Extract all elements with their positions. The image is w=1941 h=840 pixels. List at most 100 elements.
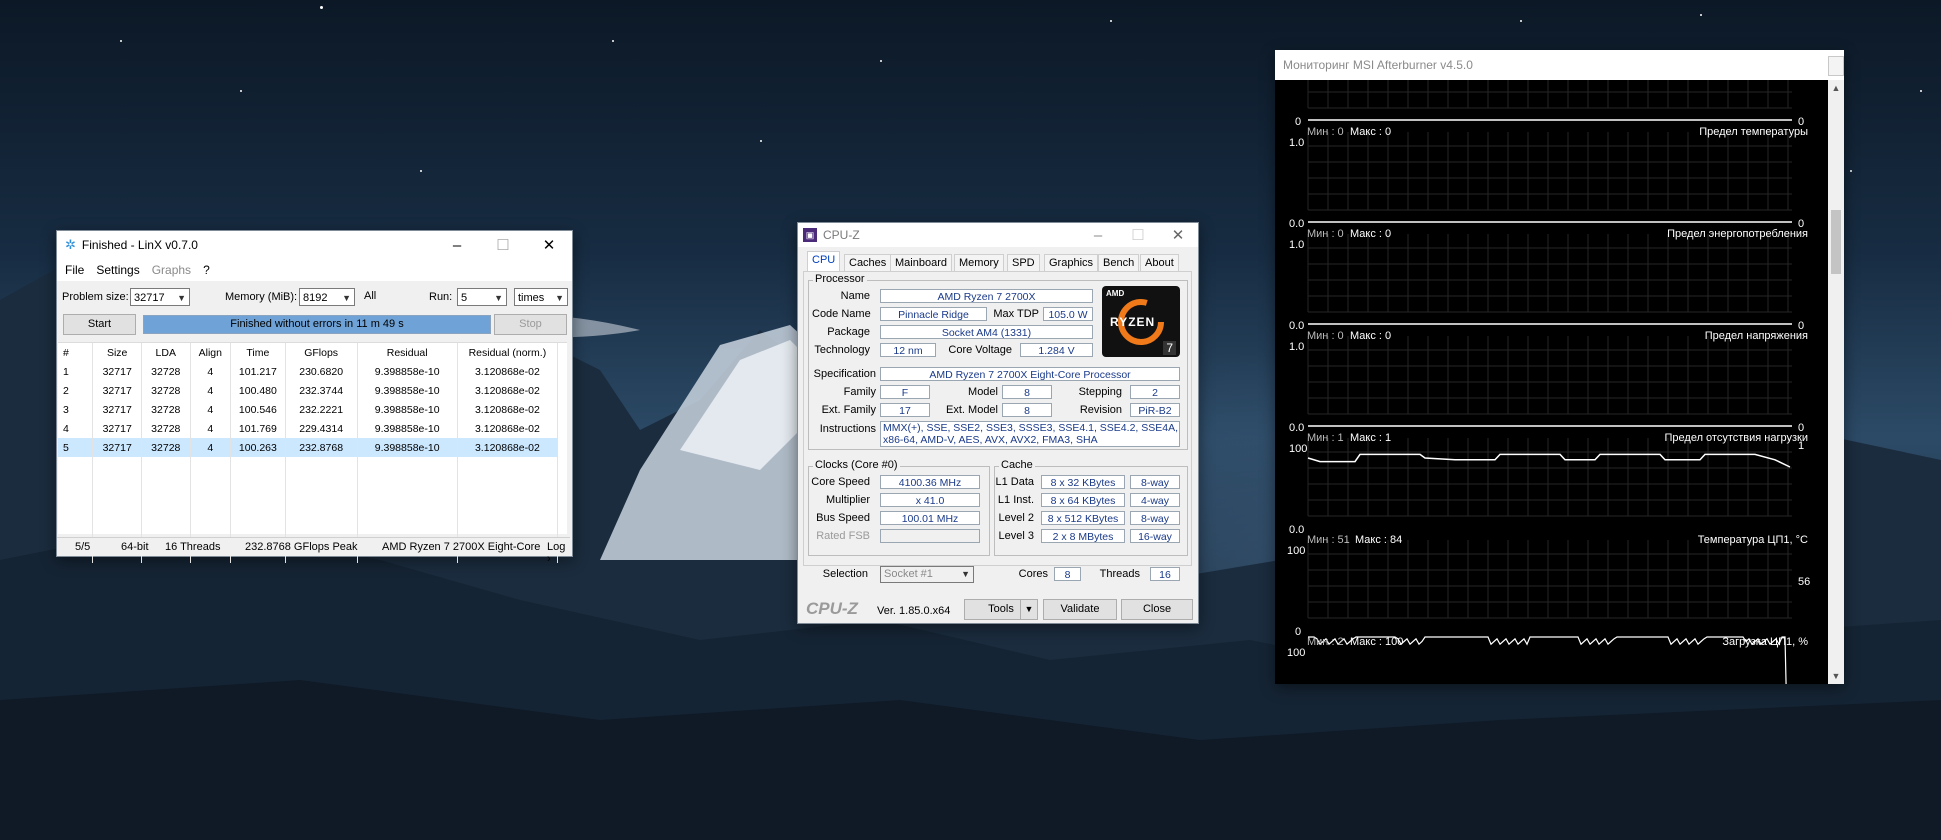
col-header[interactable]: Residual bbox=[357, 343, 458, 362]
col-header[interactable]: GFlops bbox=[285, 343, 358, 362]
cell: 229.4314 bbox=[285, 419, 358, 438]
tab-spd[interactable]: SPD bbox=[1007, 254, 1040, 272]
graph-min: Мин : 0 bbox=[1307, 228, 1344, 240]
run-count-combo[interactable]: 5 ▼ bbox=[457, 288, 507, 306]
ext-family-value: 17 bbox=[880, 403, 930, 417]
run-count-value: 5 bbox=[461, 292, 468, 304]
scroll-down-arrow[interactable]: ▼ bbox=[1828, 668, 1844, 684]
stepping-label: Stepping bbox=[1078, 386, 1122, 398]
graph-name: Предел отсутствия нагрузки bbox=[1664, 432, 1809, 444]
graph-top-value: 1.0 bbox=[1289, 341, 1305, 353]
afterburner-title: Мониторинг MSI Afterburner v4.5.0 bbox=[1283, 58, 1473, 72]
tools-button[interactable]: Tools ▼ bbox=[964, 599, 1038, 620]
model-label: Model bbox=[968, 386, 998, 398]
cell: 4 bbox=[190, 400, 232, 419]
tab-bench[interactable]: Bench bbox=[1098, 254, 1140, 272]
col-header[interactable]: Align bbox=[190, 343, 232, 362]
tab-cpu[interactable]: CPU bbox=[807, 251, 841, 272]
problem-size-label: Problem size: bbox=[62, 291, 129, 303]
close-button[interactable] bbox=[1828, 56, 1844, 76]
memory-combo[interactable]: 8192 ▼ bbox=[299, 288, 355, 306]
multiplier-label: Multiplier bbox=[825, 494, 870, 506]
cell: 5 bbox=[58, 438, 94, 457]
level2-assoc: 8-way bbox=[1130, 511, 1180, 525]
linx-statusbar: 5/5 64-bit 16 Threads 232.8768 GFlops Pe… bbox=[57, 537, 570, 565]
linx-title: Finished - LinX v0.7.0 bbox=[81, 238, 198, 252]
scroll-thumb[interactable] bbox=[1831, 210, 1841, 274]
cpuz-tabstrip: CPU Caches Mainboard Memory SPD Graphics… bbox=[798, 247, 1198, 272]
log-button[interactable]: Log › bbox=[547, 541, 570, 565]
tab-mainboard[interactable]: Mainboard bbox=[890, 254, 952, 272]
tab-graphics[interactable]: Graphics bbox=[1044, 254, 1099, 272]
minimize-button[interactable]: – bbox=[434, 231, 480, 259]
table-row[interactable]: 2 32717 32728 4 100.480 232.3744 9.39885… bbox=[58, 381, 559, 400]
col-header[interactable]: Size bbox=[92, 343, 142, 362]
cpuz-window: ▣ CPU-Z – ☐ ✕ CPU Caches Mainboard Memor… bbox=[797, 222, 1199, 624]
afterburner-window: Мониторинг MSI Afterburner v4.5.0 0 0 Ми… bbox=[1275, 50, 1844, 684]
processor-group-title: Processor bbox=[813, 273, 867, 285]
memory-all-option[interactable]: All bbox=[364, 290, 376, 302]
col-header[interactable]: LDA bbox=[141, 343, 191, 362]
run-unit-combo[interactable]: times ▼ bbox=[514, 288, 568, 306]
linx-menubar: File Settings Graphs ? bbox=[57, 259, 572, 281]
graph-bottom-value: 0 bbox=[1295, 626, 1302, 638]
col-header[interactable]: # bbox=[58, 343, 94, 362]
graph-bottom-value: 0.0 bbox=[1289, 524, 1305, 536]
cpuz-title: CPU-Z bbox=[823, 228, 860, 242]
validate-button[interactable]: Validate bbox=[1043, 599, 1117, 620]
minimize-button[interactable]: – bbox=[1078, 223, 1118, 247]
l1-inst-label: L1 Inst. bbox=[997, 494, 1034, 506]
monitor-scrollbar[interactable]: ▲ ▼ bbox=[1828, 80, 1844, 684]
col-header[interactable]: Residual (norm.) bbox=[457, 343, 559, 362]
menu-file[interactable]: File bbox=[65, 263, 84, 277]
model-value: 8 bbox=[1002, 385, 1052, 399]
cell: 32717 bbox=[92, 419, 142, 438]
col-header[interactable]: Time bbox=[230, 343, 286, 362]
table-row[interactable]: 4 32717 32728 4 101.769 229.4314 9.39885… bbox=[58, 419, 559, 438]
l1-data-label: L1 Data bbox=[995, 476, 1034, 488]
logo-tier-text: 7 bbox=[1163, 341, 1176, 355]
stop-button[interactable]: Stop bbox=[494, 314, 567, 335]
close-app-button[interactable]: Close bbox=[1121, 599, 1193, 620]
linx-titlebar[interactable]: ✲ Finished - LinX v0.7.0 – ☐ ✕ bbox=[57, 231, 572, 259]
tab-caches[interactable]: Caches bbox=[844, 254, 892, 272]
maximize-button[interactable]: ☐ bbox=[480, 231, 526, 259]
start-button[interactable]: Start bbox=[63, 314, 136, 335]
menu-help[interactable]: ? bbox=[203, 263, 210, 277]
socket-select[interactable]: Socket #1 ▼ bbox=[880, 566, 974, 583]
cell: 101.217 bbox=[230, 362, 286, 381]
tab-about[interactable]: About bbox=[1140, 254, 1179, 272]
cores-value: 8 bbox=[1054, 567, 1081, 581]
instructions-label: Instructions bbox=[819, 423, 876, 435]
chevron-down-icon: ▼ bbox=[177, 293, 186, 303]
table-row[interactable]: 1 32717 32728 4 101.217 230.6820 9.39885… bbox=[58, 362, 559, 381]
table-row[interactable]: 3 32717 32728 4 100.546 232.2221 9.39885… bbox=[58, 400, 559, 419]
menu-graphs[interactable]: Graphs bbox=[152, 263, 191, 277]
table-row-selected[interactable]: 5 32717 32728 4 100.263 232.8768 9.39885… bbox=[58, 438, 559, 457]
tab-memory[interactable]: Memory bbox=[954, 254, 1004, 272]
revision-label: Revision bbox=[1079, 404, 1122, 416]
family-label: Family bbox=[843, 386, 876, 398]
core-speed-value: 4100.36 MHz bbox=[880, 475, 980, 489]
close-button[interactable]: ✕ bbox=[1158, 223, 1198, 247]
chevron-down-icon: ▼ bbox=[494, 293, 503, 303]
run-unit-value: times bbox=[518, 292, 545, 304]
cell: 9.398858e-10 bbox=[357, 419, 458, 438]
cell: 3.120868e-02 bbox=[457, 438, 559, 457]
cell: 232.8768 bbox=[285, 438, 358, 457]
menu-settings[interactable]: Settings bbox=[96, 263, 139, 277]
code-name-value: Pinnacle Ridge bbox=[880, 307, 987, 321]
afterburner-titlebar[interactable]: Мониторинг MSI Afterburner v4.5.0 bbox=[1275, 50, 1844, 80]
core-voltage-label: Core Voltage bbox=[948, 344, 1012, 356]
ext-family-label: Ext. Family bbox=[821, 404, 876, 416]
instructions-line-1: MMX(+), SSE, SSE2, SSE3, SSSE3, SSE4.1, … bbox=[883, 422, 1179, 434]
max-tdp-value: 105.0 W bbox=[1043, 307, 1093, 321]
maximize-button[interactable]: ☐ bbox=[1118, 223, 1158, 247]
close-button[interactable]: ✕ bbox=[526, 231, 572, 259]
cell: 101.769 bbox=[230, 419, 286, 438]
cell: 4 bbox=[190, 438, 232, 457]
problem-size-combo[interactable]: 32717 ▼ bbox=[130, 288, 190, 306]
results-header-row: # Size LDA Align Time GFlops Residual Re… bbox=[58, 343, 559, 362]
scroll-up-arrow[interactable]: ▲ bbox=[1828, 80, 1844, 96]
cpuz-titlebar[interactable]: ▣ CPU-Z – ☐ ✕ bbox=[798, 223, 1198, 247]
